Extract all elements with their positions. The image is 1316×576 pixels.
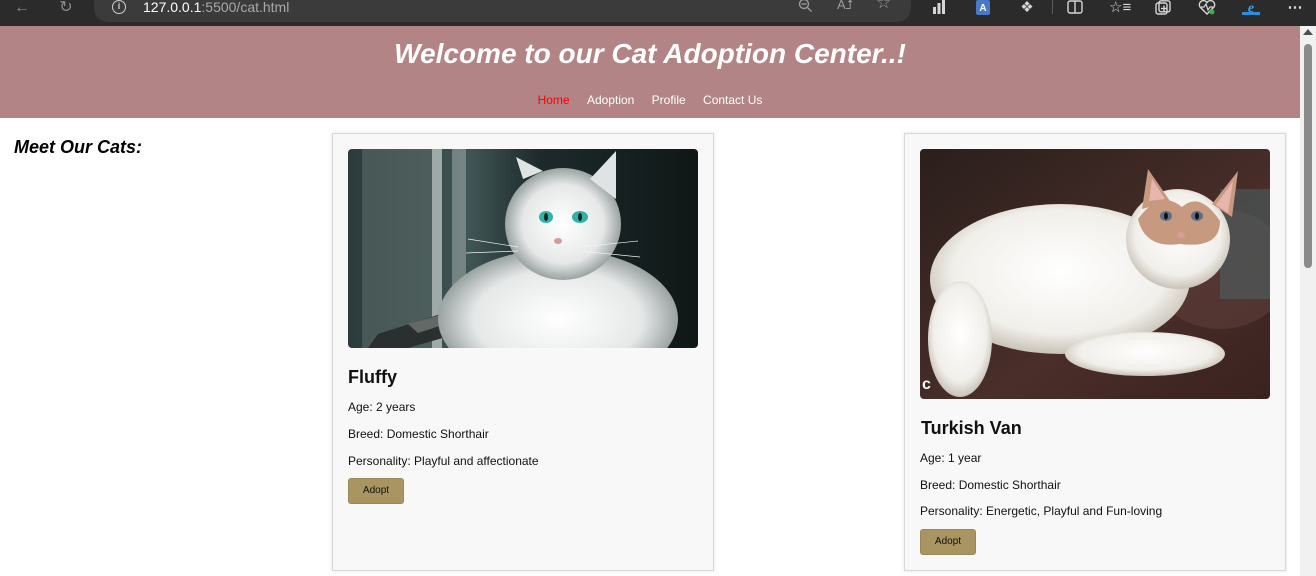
favorite-star-icon[interactable]: ☆ xyxy=(876,0,891,11)
cat-breed: Breed: Domestic Shorthair xyxy=(348,427,489,441)
zoom-out-icon[interactable] xyxy=(798,0,813,15)
read-aloud-icon[interactable]: A⮥ xyxy=(837,0,853,12)
cat-age: Age: 1 year xyxy=(920,451,982,465)
cat-name: Fluffy xyxy=(348,367,397,387)
scroll-up-icon[interactable] xyxy=(1303,29,1313,35)
scroll-thumb[interactable] xyxy=(1304,44,1312,268)
url-path: :5500/cat.html xyxy=(201,0,290,15)
browser-health-icon[interactable] xyxy=(1197,0,1217,16)
extension-bars-icon[interactable] xyxy=(929,0,949,16)
refresh-icon[interactable]: ↻ xyxy=(55,0,77,18)
nav-home-link[interactable]: Home xyxy=(538,93,570,107)
cat-name: Turkish Van xyxy=(921,418,1022,438)
site-title: Welcome to our Cat Adoption Center..! xyxy=(394,38,906,69)
more-menu-icon[interactable]: ⋯ xyxy=(1285,0,1305,16)
edge-logo-icon[interactable]: e xyxy=(1241,0,1261,16)
info-icon[interactable]: i xyxy=(112,0,126,14)
cat-card-turkish-van: c Turkish Van Age: 1 year Breed: Domesti… xyxy=(904,133,1286,571)
favorites-list-icon[interactable]: ☆≡ xyxy=(1109,0,1131,16)
section-title: Meet Our Cats: xyxy=(14,137,143,157)
main-nav: Home Adoption Profile Contact Us xyxy=(0,93,1300,107)
adopt-button-fluffy[interactable]: Adopt xyxy=(348,478,404,504)
back-icon[interactable]: ← xyxy=(11,0,33,18)
svg-text:A: A xyxy=(979,3,986,14)
cat-photo-turkish-van: c xyxy=(920,149,1270,399)
site-header: Welcome to our Cat Adoption Center..! Ho… xyxy=(0,26,1300,118)
cat-card-fluffy: Fluffy Age: 2 years Breed: Domestic Shor… xyxy=(332,133,714,571)
extension-a-icon[interactable]: A xyxy=(973,0,993,16)
collections-icon[interactable] xyxy=(1153,0,1173,16)
adopt-button-turkish-van[interactable]: Adopt xyxy=(920,529,976,555)
page-scrollbar[interactable] xyxy=(1300,26,1316,576)
cat-personality: Personality: Playful and affectionate xyxy=(348,454,539,468)
address-bar[interactable]: i 127.0.0.1:5500/cat.html A⮥ ☆ xyxy=(94,0,911,22)
cat-personality: Personality: Energetic, Playful and Fun-… xyxy=(920,504,1163,518)
toolbar-divider xyxy=(1052,0,1053,14)
url-host: 127.0.0.1 xyxy=(143,0,202,15)
nav-adoption-link[interactable]: Adoption xyxy=(587,93,634,107)
cat-photo-fluffy xyxy=(348,149,698,348)
url-text[interactable]: 127.0.0.1:5500/cat.html xyxy=(143,0,289,15)
nav-contact-link[interactable]: Contact Us xyxy=(703,93,762,107)
extensions-puzzle-icon[interactable]: ❖ xyxy=(1017,0,1037,16)
browser-toolbar: ← ↻ i 127.0.0.1:5500/cat.html A⮥ ☆ A ❖ ☆… xyxy=(0,0,1316,26)
nav-profile-link[interactable]: Profile xyxy=(652,93,686,107)
cat-breed: Breed: Domestic Shorthair xyxy=(920,478,1061,492)
svg-text:e: e xyxy=(1248,1,1254,16)
svg-text:c: c xyxy=(922,376,931,393)
cat-age: Age: 2 years xyxy=(348,400,416,414)
split-screen-icon[interactable] xyxy=(1065,0,1085,16)
